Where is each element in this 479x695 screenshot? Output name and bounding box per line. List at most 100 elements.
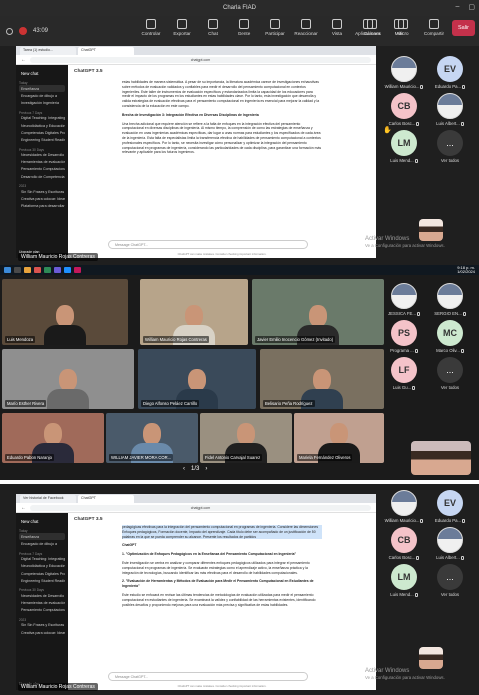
file-explorer-icon[interactable] [24,267,31,273]
toolbar-button-label: Participar [265,31,285,36]
see-all-participants-button[interactable]: ... Ver todos [427,130,473,163]
window-title: Charla FIAD [222,5,256,11]
participant-tile[interactable]: ✋ LM Luis Mend... [381,127,427,163]
video-tile[interactable]: Mariela Fernández Oliveros [294,413,384,463]
participant-tile[interactable]: CB Carlos Bosc... [381,93,427,126]
video-tile[interactable]: Marío Esther Rivera [2,349,134,409]
media-button[interactable]: Cámara [359,19,385,36]
participant-tile[interactable]: JESSICA FE... [381,283,427,316]
toolbar-button[interactable]: Vista [324,19,350,36]
toolbar-button-label: Gente [237,31,251,36]
sidebar-chat-item[interactable]: Neurodidáctica y Educación [19,563,65,570]
sidebar-chat-item[interactable]: Pensamiento Computacional [19,607,65,614]
toolbar-button[interactable]: Controlar [138,19,164,36]
video-tile[interactable]: William Mauricio Rojas Contreras [140,279,248,345]
sidebar-chat-item[interactable]: Digital Teaching: Integrating [19,556,65,563]
edge-icon[interactable] [64,267,71,273]
video-tile[interactable]: Eduardo Pabon Naranjo [2,413,104,463]
participant-tile[interactable]: LF Luis Gu... [381,357,427,390]
video-tile[interactable]: Fidel Antonio Carvajal Suarez [200,413,292,463]
participant-tile[interactable]: Luis Albert... [427,93,473,126]
back-icon[interactable]: ← [21,57,26,63]
teams-icon[interactable] [54,267,61,273]
maximize-icon[interactable]: ▢ [468,3,475,11]
windows-start-icon[interactable] [4,267,11,273]
sidebar-chat-item[interactable]: Enseñanza [19,85,65,93]
sidebar-chat-item[interactable]: Sin Sin Frases y Escrituras [19,188,65,195]
back-icon[interactable]: ← [21,505,26,511]
self-video-thumbnail[interactable] [419,647,443,669]
toolbar-button[interactable]: Participar [262,19,288,36]
chevron-left-icon[interactable]: ‹ [183,466,185,472]
url-field[interactable]: chatgpt.com [30,56,371,63]
sidebar-chat-item[interactable]: Necesidades de Desarrollo [19,592,65,599]
participant-tile[interactable]: EV Eduardo Pa... [427,490,473,523]
participant-tile[interactable]: Luis Albert... [427,527,473,560]
sidebar-chat-item[interactable]: Engineering Student Readiness [19,577,65,584]
sidebar-chat-item[interactable]: Creativa para colocar: Ideas [19,629,65,636]
app-icon[interactable] [74,267,81,273]
clock-date: 1/02/2024 [457,269,475,274]
chevron-right-icon[interactable]: › [205,466,207,472]
sidebar-chat-item[interactable]: Pensamiento Computacional [19,166,65,173]
app-icon[interactable] [44,267,51,273]
media-button[interactable]: Micro [390,19,416,36]
participant-name: Luis Mend... [390,592,414,597]
participant-name: William Mauricio... [384,84,420,89]
participant-tile[interactable]: CB Carlos Bosc... [381,527,427,560]
video-tile[interactable]: WILLIAM JAVIER MORA COR... [106,413,198,463]
url-field[interactable]: chatgpt.com [30,504,371,511]
participant-tile[interactable]: EV Eduardo Pa... [427,56,473,89]
video-tile[interactable]: Luis Mendoza [2,279,128,345]
browser-tab-active[interactable]: ChatGPT [78,47,134,55]
new-chat-button[interactable]: New chat [19,517,65,525]
sidebar-chat-item[interactable]: Enseñanza [19,533,65,541]
sidebar-chat-item[interactable]: Herramientas de evaluación [19,600,65,607]
sidebar-chat-item[interactable]: Digital Teaching: Integrating [19,115,65,122]
sidebar-chat-item[interactable]: Competencias Digitales Propuest [19,129,65,136]
sidebar-chat-item[interactable]: Encargado de dibujo a [19,540,65,547]
sidebar-chat-item[interactable]: Neurodidáctica y Educación [19,122,65,129]
new-chat-button[interactable]: New chat [19,69,65,77]
see-all-participants-button[interactable]: ... Ver todos [427,564,473,597]
browser-tab[interactable]: Ver historial de Facebook [20,495,76,503]
sidebar-chat-item[interactable]: Herramientas de evaluación [19,159,65,166]
participant-tile[interactable]: PS Programa ... [381,320,427,353]
sidebar-chat-item[interactable]: Desarrollo de Competencia [19,173,65,180]
participant-tile[interactable]: William Mauricio... [381,56,427,89]
media-button[interactable]: Compartir [421,19,447,36]
toolbar-button[interactable]: Reaccionar [293,19,319,36]
browser-tab[interactable]: Tarea (1) estudio... [20,47,76,55]
sidebar-chat-item[interactable]: Creativa para colocar: Ideas [19,195,65,202]
sidebar-chat-item[interactable]: Investigación Ingeniería [19,100,65,107]
toolbar-button[interactable]: Gente [231,19,257,36]
sidebar-chat-item[interactable]: Sin Sin Frases y Escrituras [19,622,65,629]
see-all-participants-button[interactable]: ... Ver todos [427,357,473,390]
chat-transcript: estas habilidades de manera sistemática.… [122,80,322,155]
sidebar-chat-item[interactable]: Encargado de dibujo a [19,92,65,99]
participant-tile[interactable]: SERGIO EN... [427,283,473,316]
minimize-icon[interactable]: – [455,3,459,11]
video-tile[interactable]: Belisario Peña Rodríguez [260,349,384,409]
model-selector[interactable]: ChatGPT 3.5 [74,69,370,74]
app-icon[interactable] [34,267,41,273]
video-tile[interactable]: Javier Emilio Inocencio Gómez (Invitado) [252,279,384,345]
participant-tile[interactable]: LM Luis Mend... [381,564,427,597]
model-selector[interactable]: ChatGPT 3.5 [74,517,370,522]
self-video-thumbnail[interactable] [411,441,471,475]
sidebar-chat-item[interactable]: Plataforma para desarrollar [19,203,65,210]
message-input[interactable]: Message ChatGPT... [108,672,308,681]
video-tile[interactable]: Diego Alfonso Peláez Carrillo [138,349,256,409]
sidebar-chat-item[interactable]: Necesidades de Desarrollo [19,152,65,159]
browser-tab-active[interactable]: ChatGPT [78,495,134,503]
sidebar-chat-item[interactable]: Engineering Student Readiness [19,136,65,143]
toolbar-button[interactable]: Exportar [169,19,195,36]
participant-tile[interactable]: William Mauricio... [381,490,427,523]
leave-button[interactable]: Salir [451,19,475,36]
search-icon[interactable] [14,267,21,273]
mic-muted-icon [420,84,424,89]
message-input[interactable]: Message ChatGPT... [108,240,308,249]
toolbar-button[interactable]: Chat [200,19,226,36]
participant-tile[interactable]: MC Marco Oliv... [427,320,473,353]
sidebar-chat-item[interactable]: Competencias Digitales Propuest [19,570,65,577]
